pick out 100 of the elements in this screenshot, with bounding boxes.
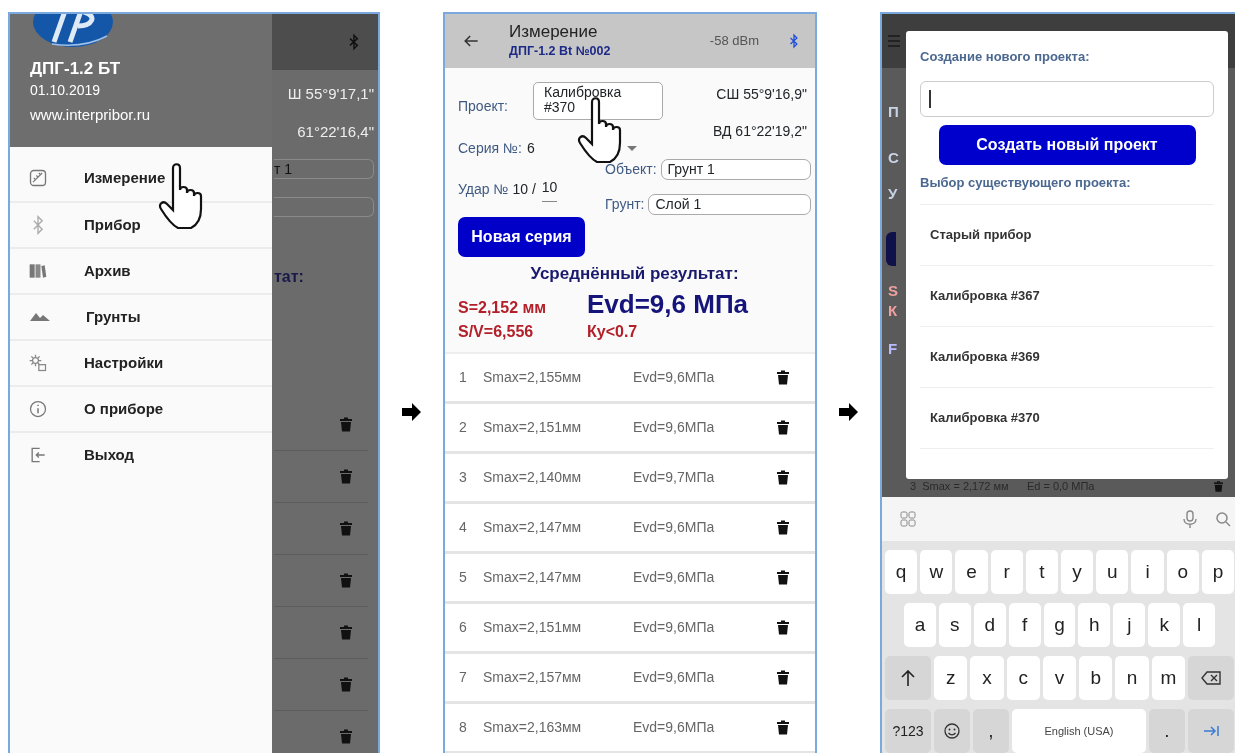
keyboard-key[interactable]: m: [1151, 656, 1185, 700]
project-label: Проект:: [458, 97, 509, 116]
keyboard-key[interactable]: t: [1025, 550, 1058, 594]
trash-icon[interactable]: [777, 569, 789, 585]
keyboard-key[interactable]: q: [885, 550, 918, 594]
keyboard-key[interactable]: y: [1061, 550, 1094, 594]
space-key[interactable]: English (USA): [1012, 709, 1146, 753]
project-field[interactable]: Калибровка #370: [533, 82, 663, 120]
keyboard-key[interactable]: e: [955, 550, 988, 594]
ky-text: Ку<0.7: [587, 321, 638, 342]
period-key[interactable]: .: [1149, 709, 1185, 753]
keyboard-key[interactable]: z: [934, 656, 968, 700]
keyboard-key[interactable]: w: [920, 550, 953, 594]
smax-text: Smax=2,151мм: [483, 417, 583, 437]
longitude-text: 61°22'16,4": [296, 122, 375, 142]
keyboard-key[interactable]: u: [1096, 550, 1129, 594]
text-fragment: К: [888, 301, 898, 321]
keyboard-key[interactable]: c: [1006, 656, 1040, 700]
keyboard-key[interactable]: o: [1166, 550, 1199, 594]
keyboard-key[interactable]: l: [1183, 603, 1215, 647]
trash-icon[interactable]: [777, 719, 789, 735]
row-number: 4: [459, 517, 468, 537]
keyboard-key[interactable]: g: [1043, 603, 1076, 647]
menu-item[interactable]: Выход: [10, 431, 272, 477]
project-option[interactable]: Калибровка #369: [920, 326, 1214, 387]
keyboard-key[interactable]: r: [990, 550, 1023, 594]
menu-item-label[interactable]: Настройки: [84, 351, 164, 375]
logo-icon: [32, 14, 114, 48]
evd-text: Evd=9,6МПа: [633, 617, 715, 637]
soil-field[interactable]: [274, 197, 374, 217]
row-number: 8: [459, 717, 468, 737]
smax-text: Smax=2,163мм: [483, 717, 583, 737]
row-number: 2: [459, 417, 468, 437]
keyboard-key[interactable]: k: [1148, 603, 1181, 647]
smax-text: Smax=2,140мм: [483, 467, 583, 487]
strike-total-field[interactable]: 10: [541, 177, 558, 202]
smax-text: Smax=2,157мм: [483, 667, 583, 687]
menu-item[interactable]: Архив: [10, 247, 272, 293]
date-text: 01.10.2019: [30, 81, 102, 100]
new-series-button[interactable]: Новая серия: [458, 217, 585, 257]
keyboard-key[interactable]: s: [938, 603, 971, 647]
object-field[interactable]: Грунт 1: [660, 159, 811, 180]
project-option[interactable]: Калибровка #370: [920, 387, 1214, 448]
soil-field[interactable]: Слой 1: [648, 194, 811, 215]
dropdown-caret-icon[interactable]: [626, 146, 637, 151]
keyboard-key[interactable]: d: [973, 603, 1006, 647]
menu-item[interactable]: Измерение: [10, 147, 272, 201]
keyboard-key[interactable]: a: [904, 603, 936, 647]
menu-item[interactable]: О приборе: [10, 385, 272, 431]
result-label: тат:: [274, 267, 305, 287]
project-option[interactable]: Старый прибор: [920, 204, 1214, 265]
symbols-key[interactable]: ?123: [885, 709, 931, 753]
ratio-text: S/V=6,556: [458, 321, 535, 342]
grid-icon[interactable]: [900, 511, 916, 527]
ruler-icon: [28, 168, 48, 188]
menu-item[interactable]: Грунты: [10, 293, 272, 339]
menu-item-label[interactable]: О приборе: [84, 397, 164, 421]
trash-icon[interactable]: [777, 669, 789, 685]
backspace-key[interactable]: [1187, 656, 1234, 700]
row-number: 1: [459, 367, 468, 387]
evd-text: Evd=9,6МПа: [633, 517, 715, 537]
menu-item-label[interactable]: Архив: [84, 259, 131, 283]
microphone-icon[interactable]: [1183, 510, 1197, 528]
smax-text: Smax=2,155мм: [483, 367, 583, 387]
text-fragment: F: [888, 339, 898, 359]
keyboard-key[interactable]: p: [1201, 550, 1235, 594]
info-icon: [28, 399, 48, 419]
menu-item-label[interactable]: Прибор: [84, 213, 141, 237]
trash-icon[interactable]: [777, 519, 789, 535]
project-name-input[interactable]: [920, 80, 1214, 117]
strike-label: Удар №: [458, 180, 509, 199]
trash-icon[interactable]: [777, 419, 789, 435]
keyboard-key[interactable]: j: [1113, 603, 1146, 647]
create-project-button[interactable]: Создать новый проект: [938, 124, 1196, 165]
menu-item-label[interactable]: Измерение: [84, 166, 166, 190]
menu-item-label[interactable]: Грунты: [86, 305, 141, 329]
keyboard-key[interactable]: f: [1008, 603, 1041, 647]
series-value[interactable]: 6: [526, 138, 535, 159]
trash-icon[interactable]: [777, 469, 789, 485]
enter-key[interactable]: [1188, 709, 1234, 753]
shift-key[interactable]: [885, 656, 931, 700]
object-field[interactable]: т 1: [274, 159, 374, 179]
trash-icon[interactable]: [777, 619, 789, 635]
menu-item-label[interactable]: Выход: [84, 443, 135, 467]
project-option[interactable]: Калибровка #367: [920, 265, 1214, 326]
emoji-key[interactable]: [934, 709, 970, 753]
keyboard-key[interactable]: v: [1042, 656, 1077, 700]
comma-key[interactable]: ,: [973, 709, 1009, 753]
menu-item[interactable]: Настройки: [10, 339, 272, 385]
smiley-icon: [944, 723, 960, 739]
mountains-icon: [30, 313, 50, 321]
keyboard-key[interactable]: h: [1078, 603, 1111, 647]
keyboard-key[interactable]: n: [1115, 656, 1149, 700]
keyboard-key[interactable]: b: [1079, 656, 1113, 700]
search-icon[interactable]: [1215, 511, 1231, 527]
trash-icon[interactable]: [777, 369, 789, 385]
books-icon: [28, 261, 48, 281]
device-subtitle: ДПГ-1.2 Bt №002: [509, 43, 611, 60]
keyboard-key[interactable]: i: [1131, 550, 1164, 594]
keyboard-key[interactable]: x: [970, 656, 1004, 700]
